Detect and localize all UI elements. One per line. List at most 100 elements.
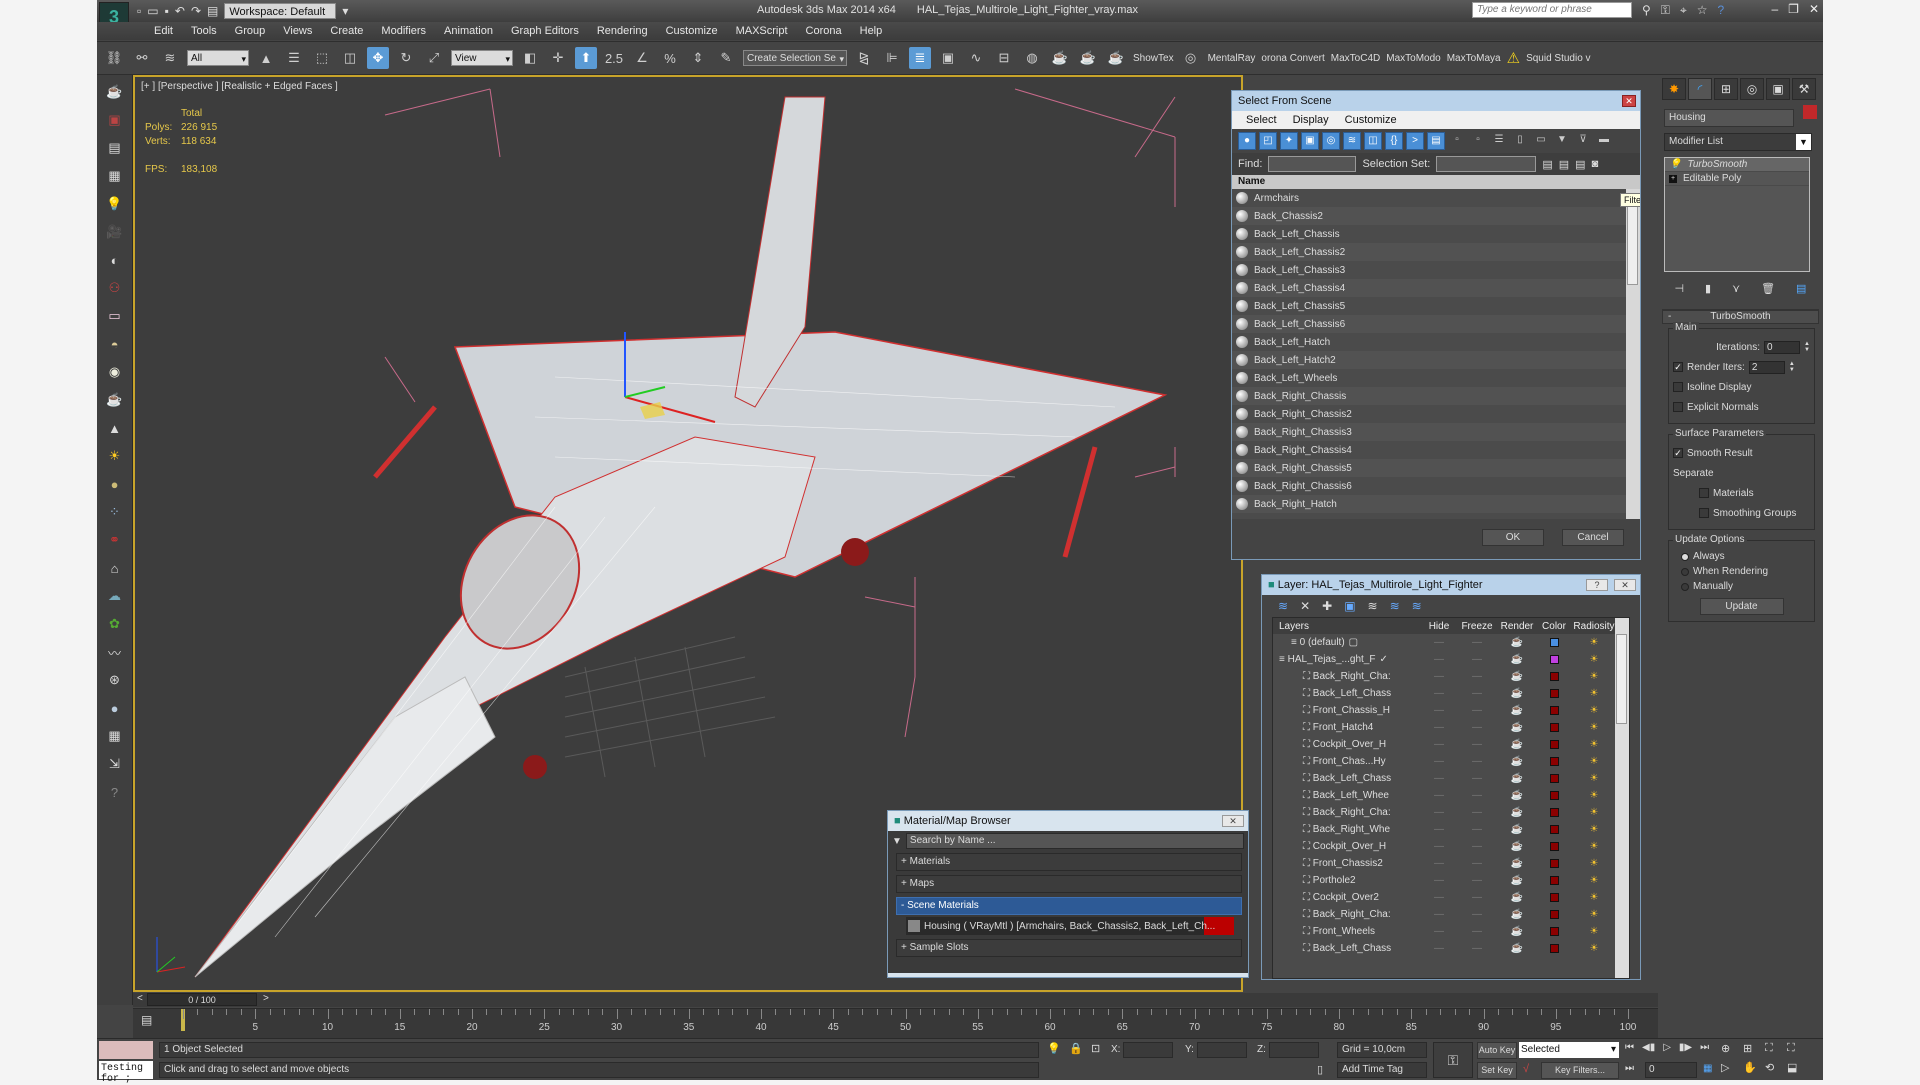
zoom-extents-all-icon[interactable]: ⛶ (1787, 1042, 1809, 1055)
freeze-toggle[interactable]: — (1457, 943, 1497, 954)
plane-light-icon[interactable]: ▭ (104, 305, 126, 327)
hide-toggle[interactable]: — (1421, 943, 1457, 954)
maxscript-listener-mini[interactable] (99, 1041, 153, 1059)
smoothing-groups-checkbox[interactable] (1699, 508, 1709, 518)
camera-icon[interactable]: 🎥 (104, 221, 126, 243)
plugin-swirl-icon[interactable]: ◎ (1180, 47, 1202, 69)
list-scrollbar[interactable] (1626, 189, 1640, 519)
tangent-icon[interactable]: √ (1523, 1063, 1529, 1075)
radiosity-icon[interactable]: ☀ (1571, 722, 1617, 733)
selection-set-remove-icon[interactable]: ▤ (1575, 158, 1585, 171)
cloud-icon[interactable]: ☁ (104, 585, 126, 607)
freeze-toggle[interactable]: — (1457, 705, 1497, 716)
next-frame-icon[interactable]: ▮▶ (1679, 1042, 1692, 1053)
selection-set-sel-icon[interactable]: ▤ (1559, 158, 1569, 171)
color-cell[interactable] (1537, 944, 1571, 953)
color-cell[interactable] (1537, 859, 1571, 868)
update-manually-radio[interactable] (1681, 582, 1689, 591)
color-swatch[interactable] (1549, 638, 1559, 647)
layer-object-row[interactable]: ⛶ Back_Left_Chass — — ☕ ☀ (1273, 770, 1629, 787)
color-swatch[interactable] (1549, 927, 1559, 936)
render-teapot-icon[interactable]: ☕ (1497, 756, 1537, 767)
scene-object-row[interactable]: Back_Left_Chassis (1232, 225, 1640, 243)
time-config-icon[interactable]: ▦ (1703, 1063, 1712, 1074)
column-render[interactable]: Render (1497, 621, 1537, 632)
create-tab-icon[interactable]: ✸ (1662, 78, 1686, 100)
render-teapot-icon[interactable]: ☕ (1497, 688, 1537, 699)
layer-object-row[interactable]: ⛶ Back_Right_Cha: — — ☕ ☀ (1273, 804, 1629, 821)
scene-object-row[interactable]: Back_Right_Hatch (1232, 495, 1640, 513)
display-hidden-icon[interactable]: ▫ (1469, 132, 1487, 150)
link-icon[interactable]: ⛓ (103, 47, 125, 69)
close-icon[interactable]: ✕ (1222, 815, 1244, 827)
freeze-toggle[interactable]: — (1457, 807, 1497, 818)
color-cell[interactable] (1537, 638, 1571, 647)
radiosity-icon[interactable]: ☀ (1571, 943, 1617, 954)
maximize-viewport-icon[interactable]: ⬓ (1787, 1061, 1809, 1074)
dome-light-icon[interactable]: ◓ (104, 333, 126, 355)
hide-toggle[interactable]: — (1421, 722, 1457, 733)
render-setup-icon[interactable]: ☕ (1049, 47, 1071, 69)
material-search-input[interactable]: Search by Name ... (905, 833, 1244, 849)
dialog-titlebar[interactable]: Select From Scene ✕ (1232, 91, 1640, 111)
scrollbar-thumb[interactable] (1616, 634, 1627, 724)
lightbulb-icon[interactable]: 💡 (1669, 159, 1681, 170)
plugin-mentalray[interactable]: MentalRay (1208, 53, 1256, 64)
keyboard-shortcut-override-icon[interactable]: ⬆ (575, 47, 597, 69)
sphere-icon[interactable]: ● (104, 697, 126, 719)
display-helpers-icon[interactable]: ◎ (1322, 132, 1340, 150)
current-layer-check-icon[interactable]: ✓ (1379, 654, 1387, 665)
percent-snap-icon[interactable]: % (659, 47, 681, 69)
configure-modifier-sets-icon[interactable]: ▤ (1796, 282, 1806, 295)
freeze-toggle[interactable]: — (1457, 824, 1497, 835)
expand-icon[interactable]: + (1669, 174, 1677, 183)
color-cell[interactable] (1537, 706, 1571, 715)
color-swatch[interactable] (1549, 774, 1559, 783)
material-slots-icon[interactable]: ▦ (104, 725, 126, 747)
spinner-snap-icon[interactable]: ⇕ (687, 47, 709, 69)
close-icon[interactable]: ✕ (1622, 95, 1636, 107)
helper-icon[interactable]: ◐ (104, 249, 126, 271)
maxscript-listener-input[interactable]: Testing for ; (99, 1061, 153, 1085)
render-teapot-icon[interactable]: ☕ (1497, 841, 1537, 852)
scrollbar-thumb[interactable] (1627, 205, 1638, 285)
object-color-swatch[interactable] (1803, 105, 1817, 119)
menu-tools[interactable]: Tools (182, 22, 226, 40)
section-maps[interactable]: + Maps (896, 875, 1242, 893)
section-materials[interactable]: + Materials (896, 853, 1242, 871)
modify-tab-icon[interactable]: ◜ (1688, 78, 1712, 100)
columns-icon[interactable]: ▬ (1595, 132, 1613, 150)
plugin-showtex[interactable]: ShowTex (1133, 53, 1174, 64)
ok-button[interactable]: OK (1482, 529, 1544, 546)
z-coordinate-field[interactable] (1269, 1042, 1319, 1058)
hide-toggle[interactable]: — (1421, 671, 1457, 682)
hide-toggle[interactable]: — (1421, 841, 1457, 852)
scene-object-row[interactable]: Back_Chassis2 (1232, 207, 1640, 225)
time-slider-thumb[interactable]: 0 / 100 (147, 993, 257, 1006)
key-filters-button[interactable]: Key Filters... (1541, 1062, 1619, 1079)
menu-create[interactable]: Create (321, 22, 372, 40)
options-dropdown-icon[interactable]: ▼ (892, 836, 902, 847)
render-teapot-icon[interactable]: ☕ (1497, 637, 1537, 648)
color-swatch[interactable] (1549, 876, 1559, 885)
menu-edit[interactable]: Edit (145, 22, 182, 40)
list-icon[interactable]: ▤ (104, 137, 126, 159)
layer-object-row[interactable]: ⛶ Front_Wheels — — ☕ ☀ (1273, 923, 1629, 940)
isoline-display-checkbox[interactable] (1673, 382, 1683, 392)
layer-object-row[interactable]: ⛶ Front_Chassis_H — — ☕ ☀ (1273, 702, 1629, 719)
modifier-list-dropdown[interactable]: Modifier List ▼ (1664, 133, 1812, 151)
render-teapot-icon[interactable]: ☕ (1497, 705, 1537, 716)
layer-object-row[interactable]: ⛶ Cockpit_Over_H — — ☕ ☀ (1273, 838, 1629, 855)
help-icon[interactable]: ? (1586, 579, 1608, 591)
dialog-titlebar[interactable]: ■ Material/Map Browser ✕ (888, 811, 1248, 831)
select-objects-in-layer-icon[interactable]: ▣ (1344, 599, 1355, 613)
menu-views[interactable]: Views (274, 22, 321, 40)
color-cell[interactable] (1537, 825, 1571, 834)
layer-object-row[interactable]: ⛶ Cockpit_Over_H — — ☕ ☀ (1273, 736, 1629, 753)
display-frozen-icon[interactable]: ▫ (1448, 132, 1466, 150)
chevron-down-icon[interactable]: ▾ (1611, 1042, 1616, 1057)
curve-editor-icon[interactable]: ∿ (965, 47, 987, 69)
scene-object-row[interactable]: Back_Right_Chassis5 (1232, 459, 1640, 477)
scene-object-row[interactable]: Back_Right_Chassis4 (1232, 441, 1640, 459)
plugin-maxtoc4d[interactable]: MaxToC4D (1331, 53, 1380, 64)
